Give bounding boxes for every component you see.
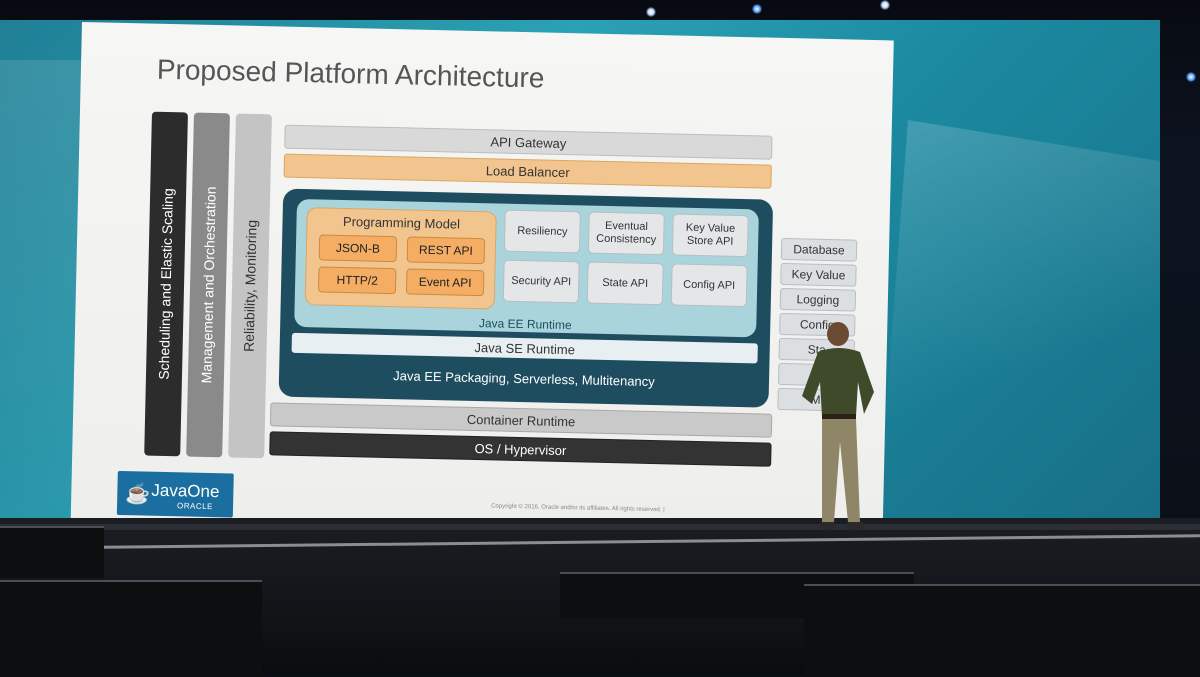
pm-item-json-b: JSON-B <box>318 234 398 263</box>
api-box-config: Config API <box>670 263 748 308</box>
vertical-bar-scheduling: Scheduling and Elastic Scaling <box>144 111 188 457</box>
stage-light <box>646 7 656 17</box>
copyright-text: Copyright © 2016, Oracle and/or its affi… <box>491 503 665 514</box>
speaker-head <box>827 322 849 346</box>
programming-model-box: Programming Model JSON-B REST API HTTP/2… <box>304 207 497 310</box>
side-service-logging: Logging <box>779 287 857 312</box>
stage-edge <box>0 524 1200 530</box>
packaging-label: Java EE Packaging, Serverless, Multitena… <box>393 368 655 390</box>
load-balancer-bar: Load Balancer <box>283 153 772 189</box>
java-ee-runtime-box: Programming Model JSON-B REST API HTTP/2… <box>294 198 759 338</box>
speaker-shoe <box>846 522 864 530</box>
speaker-shirt <box>802 348 874 416</box>
slide-title: Proposed Platform Architecture <box>156 53 545 94</box>
pm-item-http2: HTTP/2 <box>317 266 397 295</box>
java-se-runtime-bar: Java SE Runtime <box>291 332 758 364</box>
java-ee-runtime-label: Java EE Runtime <box>478 316 572 333</box>
speaker-belt <box>822 414 856 419</box>
api-box-state: State API <box>586 261 664 306</box>
api-box-resiliency: Resiliency <box>503 209 581 254</box>
speaker-person <box>802 322 874 530</box>
api-box-security: Security API <box>502 259 580 304</box>
logo-name: JavaOne <box>151 480 220 502</box>
stage-light <box>880 0 890 10</box>
side-service-key-value: Key Value <box>780 262 857 287</box>
os-hypervisor-bar: OS / Hypervisor <box>269 431 772 467</box>
logo-sub: ORACLE <box>176 501 214 512</box>
programming-model-title: Programming Model <box>342 213 461 232</box>
stage-step <box>0 526 104 578</box>
screen-facet <box>880 120 1160 530</box>
java-cup-icon: ☕ <box>125 483 151 506</box>
speaker-shoe <box>820 522 836 530</box>
java-ee-container: Programming Model JSON-B REST API HTTP/2… <box>278 188 774 408</box>
presentation-slide: Proposed Platform Architecture Schedulin… <box>70 22 894 537</box>
javaone-logo: ☕ JavaOne ORACLE <box>116 470 234 518</box>
stage-step <box>0 580 262 677</box>
api-box-key-value-store: Key Value Store API <box>671 213 749 258</box>
pm-item-event-api: Event API <box>405 268 485 297</box>
vertical-bar-reliability: Reliability, Monitoring <box>228 113 272 459</box>
side-service-database: Database <box>780 237 858 262</box>
stage-light <box>752 4 762 14</box>
stage-light <box>1186 72 1196 82</box>
speaker-pants <box>822 419 860 522</box>
stage-step <box>804 584 1200 677</box>
pm-item-rest-api: REST API <box>406 236 486 265</box>
vertical-bar-management: Management and Orchestration <box>186 112 230 458</box>
api-box-eventual-consistency: Eventual Consistency <box>587 211 665 256</box>
